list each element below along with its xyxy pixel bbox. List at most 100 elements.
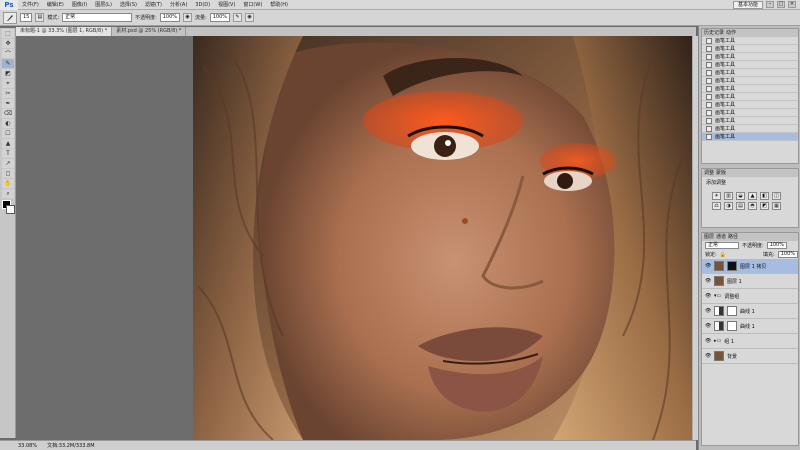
- pressure-size-icon[interactable]: ◉: [245, 13, 255, 22]
- hand-tool-icon[interactable]: ✋: [2, 179, 14, 188]
- close-button[interactable]: ×: [788, 1, 796, 8]
- crop-tool-icon[interactable]: ◩: [2, 69, 14, 78]
- pen-tool-icon[interactable]: ✒: [2, 99, 14, 108]
- flow-input[interactable]: 100%: [209, 13, 231, 22]
- eye-icon[interactable]: 👁: [705, 323, 711, 329]
- move-tool-icon[interactable]: ⬚: [2, 29, 14, 38]
- layers-panel-tabs: 图层 通道 路径: [702, 233, 798, 241]
- tab-masks[interactable]: 蒙版: [716, 169, 726, 177]
- history-row[interactable]: 画笔工具: [702, 61, 798, 69]
- gradient-tool-icon[interactable]: ☐: [2, 129, 14, 138]
- exposure-icon[interactable]: ▲: [748, 192, 757, 200]
- history-row[interactable]: 画笔工具: [702, 69, 798, 77]
- zoom-tool-icon[interactable]: ⌕: [2, 189, 14, 198]
- type-tool-icon[interactable]: T: [2, 149, 14, 158]
- layer-row[interactable]: 👁 图层 1 拷贝: [702, 259, 798, 274]
- history-row[interactable]: 画笔工具: [702, 45, 798, 53]
- doc-tab-1[interactable]: 未标题-1 @ 33.3% (图层 1, RGB/8) *: [16, 27, 113, 36]
- history-row-selected[interactable]: 画笔工具: [702, 133, 798, 141]
- curves-icon[interactable]: ◒: [736, 192, 745, 200]
- history-row[interactable]: 画笔工具: [702, 125, 798, 133]
- tab-adjustments[interactable]: 调整: [704, 169, 714, 177]
- mode-select[interactable]: 正常: [62, 13, 133, 22]
- history-row[interactable]: 画笔工具: [702, 77, 798, 85]
- history-row[interactable]: 画笔工具: [702, 117, 798, 125]
- zoom-level[interactable]: 33.08%: [18, 443, 37, 449]
- menu-file[interactable]: 文件(F): [18, 0, 43, 10]
- history-row[interactable]: 画笔工具: [702, 37, 798, 45]
- history-row[interactable]: 画笔工具: [702, 101, 798, 109]
- menu-edit[interactable]: 编辑(E): [43, 0, 68, 10]
- brush-panel-toggle-icon[interactable]: ▤: [35, 13, 45, 22]
- color-balance-icon[interactable]: ⚖: [712, 202, 721, 210]
- history-row[interactable]: 画笔工具: [702, 85, 798, 93]
- hue-saturation-icon[interactable]: ◫: [772, 192, 781, 200]
- eye-icon[interactable]: 👁: [705, 293, 711, 299]
- path-select-tool-icon[interactable]: ↗: [2, 159, 14, 168]
- eye-icon[interactable]: 👁: [705, 353, 711, 359]
- vibrance-icon[interactable]: ◧: [760, 192, 769, 200]
- canvas-area[interactable]: [16, 36, 696, 440]
- slice-tool-icon[interactable]: ✂: [2, 89, 14, 98]
- menu-image[interactable]: 图像(I): [68, 0, 91, 10]
- shape-tool-icon[interactable]: ◻: [2, 169, 14, 178]
- levels-icon[interactable]: ▥: [724, 192, 733, 200]
- dodge-tool-icon[interactable]: ◐: [2, 119, 14, 128]
- tab-history[interactable]: 历史记录: [704, 29, 724, 37]
- tab-channels[interactable]: 通道: [716, 233, 726, 241]
- menu-layer[interactable]: 图层(L): [91, 0, 116, 10]
- history-row[interactable]: 画笔工具: [702, 109, 798, 117]
- doc-tab-2[interactable]: 素材.psd @ 25% (RGB/8) *: [112, 27, 187, 36]
- tab-paths[interactable]: 路径: [728, 233, 738, 241]
- menu-view[interactable]: 视图(V): [214, 0, 239, 10]
- layer-group-row[interactable]: 👁 ▾▭ 调整组: [702, 289, 798, 304]
- menu-filter[interactable]: 滤镜(T): [141, 0, 166, 10]
- opacity-input[interactable]: 100%: [159, 13, 181, 22]
- layer-row[interactable]: 👁 曲线 1: [702, 319, 798, 334]
- maximize-button[interactable]: □: [777, 1, 785, 8]
- lasso-tool-icon[interactable]: ⌒: [2, 49, 14, 58]
- eyedropper-tool-icon[interactable]: ⌖: [2, 79, 14, 88]
- brush-icon: [706, 45, 712, 52]
- layer-row[interactable]: 👁 图层 1: [702, 274, 798, 289]
- eye-icon[interactable]: 👁: [705, 338, 711, 344]
- eye-icon[interactable]: 👁: [705, 263, 711, 269]
- layer-group-row[interactable]: 👁 ▸▭ 组 1: [702, 334, 798, 349]
- menu-select[interactable]: 选择(S): [116, 0, 141, 10]
- invert-icon[interactable]: ◩: [760, 202, 769, 210]
- layer-row[interactable]: 👁 背景: [702, 349, 798, 364]
- brightness-icon[interactable]: ☀: [712, 192, 721, 200]
- eraser-tool-icon[interactable]: ⌫: [2, 109, 14, 118]
- menu-help[interactable]: 帮助(H): [266, 0, 292, 10]
- marquee-tool-icon[interactable]: ✥: [2, 39, 14, 48]
- brush-size-picker[interactable]: 15: [20, 13, 33, 22]
- fill-input[interactable]: 100%: [777, 251, 798, 258]
- layer-opacity-input[interactable]: 100%: [766, 242, 787, 249]
- photo-filter-icon[interactable]: ▤: [736, 202, 745, 210]
- doc-size[interactable]: 文档:33.2M/333.8M: [47, 442, 94, 449]
- tab-actions[interactable]: 动作: [726, 29, 736, 37]
- portrait-photo[interactable]: [193, 36, 696, 440]
- channel-mixer-icon[interactable]: ◓: [748, 202, 757, 210]
- layer-row[interactable]: 👁 曲线 1: [702, 304, 798, 319]
- airbrush-icon[interactable]: ✎: [233, 13, 243, 22]
- background-color-swatch[interactable]: [6, 205, 15, 214]
- minimize-button[interactable]: –: [766, 1, 774, 8]
- gradient-map-icon[interactable]: ▦: [772, 202, 781, 210]
- pressure-opacity-icon[interactable]: ◉: [183, 13, 193, 22]
- menu-analysis[interactable]: 分析(A): [166, 0, 191, 10]
- history-row[interactable]: 画笔工具: [702, 93, 798, 101]
- eye-icon[interactable]: 👁: [705, 308, 711, 314]
- brush-tool-preset[interactable]: [3, 11, 17, 24]
- workspace-switcher[interactable]: 基本功能: [732, 0, 763, 9]
- menu-3d[interactable]: 3D(D): [191, 0, 214, 10]
- blend-mode-select[interactable]: 正常: [705, 242, 739, 249]
- eye-icon[interactable]: 👁: [705, 278, 711, 284]
- lock-icon[interactable]: 🔒: [720, 252, 726, 258]
- history-row[interactable]: 画笔工具: [702, 53, 798, 61]
- menu-window[interactable]: 窗口(W): [239, 0, 266, 10]
- tab-layers[interactable]: 图层: [704, 233, 714, 241]
- brush-tool-icon[interactable]: ✎: [2, 59, 14, 68]
- sharpen-tool-icon[interactable]: ▲: [2, 139, 14, 148]
- black-white-icon[interactable]: ◑: [724, 202, 733, 210]
